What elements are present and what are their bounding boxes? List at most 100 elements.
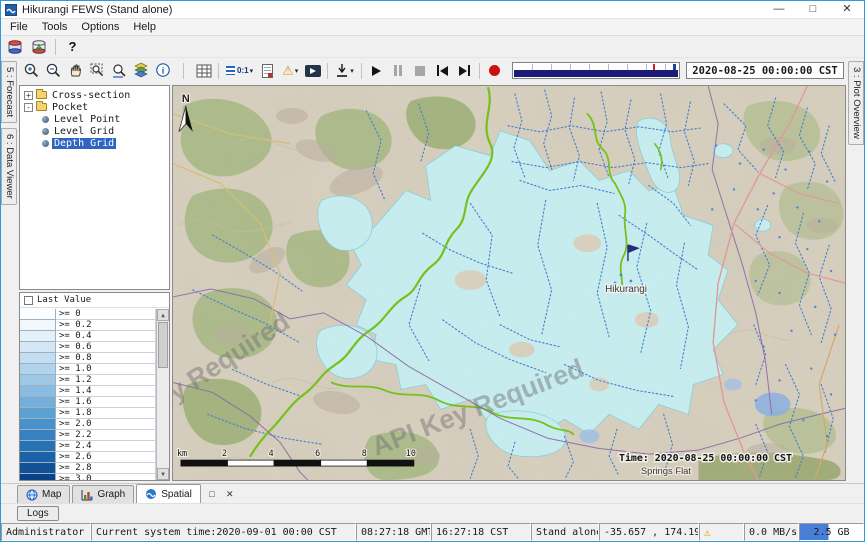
legend-row: >= 0.6 (20, 342, 156, 353)
legend-swatch (20, 397, 56, 408)
status-mode: Stand alone (531, 523, 599, 541)
minimize-icon[interactable]: — (762, 1, 796, 18)
left-tab-strip: 5 : Forecast 6 : Data Viewer (1, 58, 17, 483)
scrollbar-thumb[interactable] (158, 322, 168, 368)
warning-icon: ⚠ (282, 64, 294, 77)
zoom-out-icon[interactable] (43, 61, 64, 81)
menu-tools[interactable]: Tools (35, 21, 75, 33)
legend-row: >= 0.4 (20, 331, 156, 342)
svg-text:8: 8 (362, 448, 367, 458)
map-view[interactable]: API Key Required API Key Required N km 2… (172, 85, 846, 481)
database-export-icon[interactable] (4, 37, 25, 57)
legend-swatch (20, 386, 56, 397)
status-warning-cell[interactable]: ⚠ (699, 523, 744, 541)
logs-button[interactable]: Logs (17, 506, 59, 521)
left-panel: + Cross-section - Pocket Level Point (19, 85, 170, 481)
window-title: Hikurangi FEWS (Stand alone) (22, 4, 172, 16)
app-window: Hikurangi FEWS (Stand alone) — □ ✕ File … (0, 0, 865, 542)
legend-swatch (20, 309, 56, 320)
last-value-checkbox[interactable] (24, 296, 33, 305)
legend-scrollbar[interactable]: ▲ ▼ (156, 309, 169, 480)
globe-icon (26, 489, 38, 501)
float-panel-icon[interactable]: □ (205, 487, 219, 501)
tree-item-pocket[interactable]: - Pocket (22, 101, 167, 113)
toolbar-separator (183, 63, 184, 79)
legend-swatch (20, 430, 56, 441)
tab-plot-overview[interactable]: 3 : Plot Overview (848, 61, 864, 145)
grid-display-icon[interactable] (193, 61, 214, 81)
map-time-label: Time: 2020-08-25 00:00:00 CST (619, 452, 792, 464)
tab-forecast[interactable]: 5 : Forecast (1, 61, 17, 123)
animation-icon[interactable] (302, 61, 323, 81)
legend-row: >= 1.4 (20, 386, 156, 397)
layer-node-icon (42, 116, 49, 123)
close-icon[interactable]: ✕ (830, 1, 864, 18)
close-panel-icon[interactable]: ✕ (223, 487, 237, 501)
scale-bar-segments (181, 460, 414, 466)
expand-icon[interactable]: + (24, 91, 33, 100)
map-canvas[interactable]: API Key Required API Key Required N km 2… (173, 86, 845, 480)
toolbar-separator (218, 63, 219, 79)
time-slider[interactable] (512, 62, 680, 79)
layers-icon[interactable] (131, 61, 152, 81)
record-button[interactable] (484, 61, 505, 81)
main-area: 5 : Forecast 6 : Data Viewer (1, 58, 864, 483)
menu-file[interactable]: File (3, 21, 35, 33)
play-button[interactable] (366, 61, 387, 81)
playback-group: 0:1 ▾ ⚠ ▾ ▾ (193, 61, 505, 81)
tab-data-viewer[interactable]: 6 : Data Viewer (1, 128, 17, 205)
toolbar-separator (55, 39, 56, 55)
svg-text:N: N (182, 93, 190, 105)
legend-swatch (20, 463, 56, 474)
document-icon[interactable] (257, 61, 278, 81)
status-memory[interactable]: 2.5 GB (799, 523, 864, 541)
scroll-down-icon[interactable]: ▼ (157, 468, 169, 480)
main-toolbar: ? (1, 36, 864, 58)
scroll-up-icon[interactable]: ▲ (157, 309, 169, 321)
legend-row: >= 2.8 (20, 463, 156, 474)
legend-swatch (20, 408, 56, 419)
menu-options[interactable]: Options (74, 21, 126, 33)
maximize-icon[interactable]: □ (796, 1, 830, 18)
status-system-time: Current system time:2020-09-01 00:00 CST (91, 523, 356, 541)
collapse-icon[interactable]: - (24, 103, 33, 112)
tree-item-depth-grid[interactable]: Depth Grid (22, 137, 167, 149)
toolbar-separator (327, 63, 328, 79)
zoom-in-icon[interactable] (21, 61, 42, 81)
warning-dropdown[interactable]: ⚠ ▾ (279, 61, 301, 81)
chevron-down-icon: ▾ (250, 67, 254, 75)
tree-item-level-point[interactable]: Level Point (22, 113, 167, 125)
svg-text:10: 10 (406, 448, 416, 458)
legend-title: Last Value (37, 295, 91, 305)
menu-help[interactable]: Help (126, 21, 163, 33)
pan-hand-icon[interactable] (65, 61, 86, 81)
database-import-icon[interactable] (28, 37, 49, 57)
zoom-extent-icon[interactable] (109, 61, 130, 81)
current-datetime[interactable]: 2020-08-25 00:00:00 CST (686, 62, 844, 79)
scale-ratio-dropdown[interactable]: 0:1 ▾ (223, 61, 256, 81)
tree-item-cross-section[interactable]: + Cross-section (22, 89, 167, 101)
stop-button[interactable] (410, 61, 431, 81)
skip-to-end-button[interactable] (454, 61, 475, 81)
legend-row: >= 0.2 (20, 320, 156, 331)
skip-to-start-button[interactable] (432, 61, 453, 81)
tab-spatial[interactable]: Spatial (136, 484, 201, 503)
import-dropdown[interactable]: ▾ (332, 61, 357, 81)
zoom-region-icon[interactable] (87, 61, 108, 81)
warning-icon: ⚠ (704, 526, 711, 539)
svg-text:km: km (177, 448, 187, 458)
legend-swatch (20, 441, 56, 452)
tree-item-level-grid[interactable]: Level Grid (22, 125, 167, 137)
info-icon[interactable]: i (153, 61, 174, 81)
svg-text:2: 2 (222, 448, 227, 458)
legend-row: >= 0 (20, 309, 156, 320)
help-icon[interactable]: ? (62, 37, 83, 57)
tab-map[interactable]: Map (17, 485, 70, 503)
tab-graph[interactable]: Graph (72, 485, 134, 503)
pause-button[interactable] (388, 61, 409, 81)
toolbar-separator (361, 63, 362, 79)
map-tools-group: i (21, 61, 174, 81)
legend-swatch (20, 419, 56, 430)
download-icon (335, 63, 349, 78)
status-coordinates: -35.657 , 174.199 (599, 523, 699, 541)
